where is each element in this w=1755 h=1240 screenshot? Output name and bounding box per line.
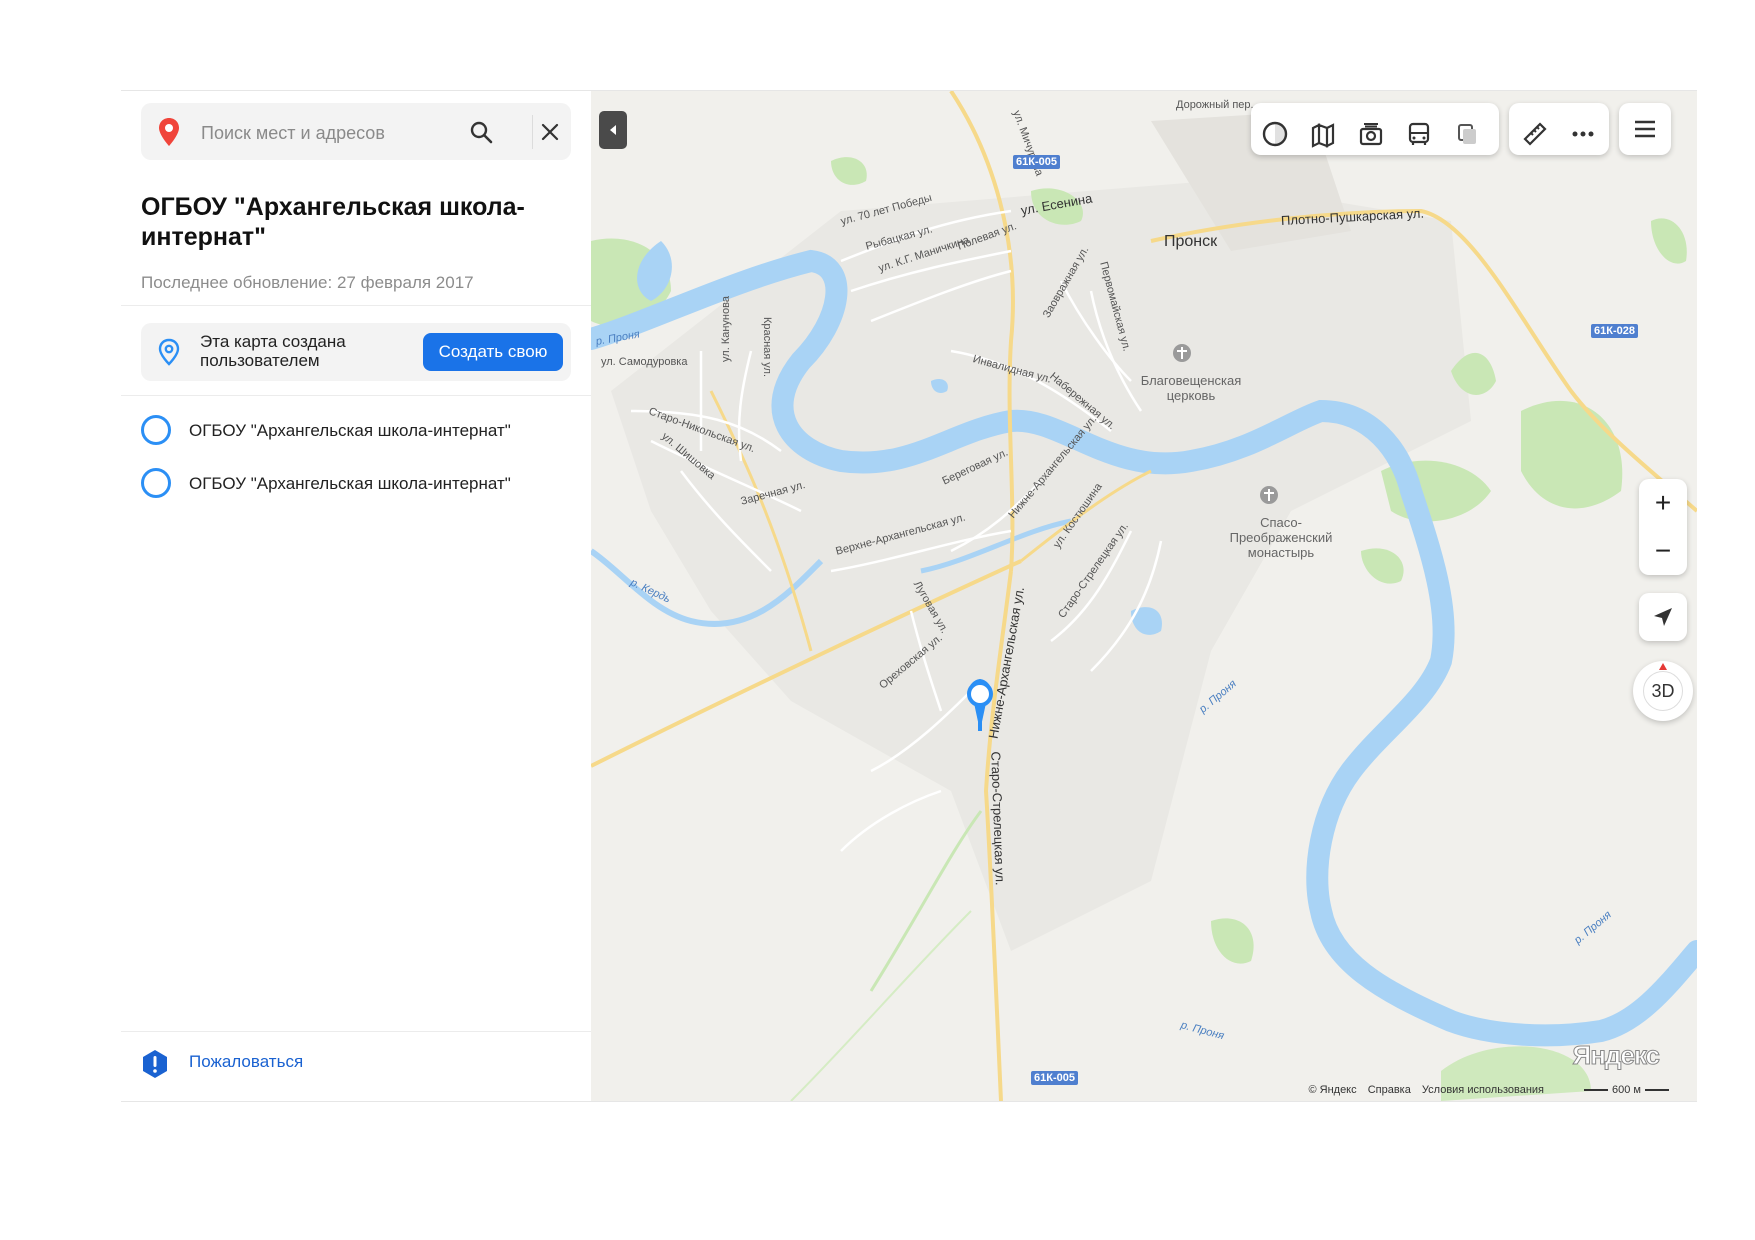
road-shield: 61К-005	[1013, 155, 1060, 169]
scale-line	[1584, 1089, 1609, 1091]
compass-north-icon	[1659, 663, 1667, 670]
zoom-control: + −	[1639, 479, 1687, 575]
road-shield: 61К-005	[1031, 1071, 1078, 1085]
search-input[interactable]	[199, 115, 463, 151]
ruler-icon[interactable]	[1515, 114, 1555, 154]
divider	[121, 305, 591, 306]
sidebar: ОГБОУ "Архангельская школа-интернат" Пос…	[121, 91, 592, 1101]
terms-link[interactable]: Условия использования	[1422, 1084, 1544, 1096]
user-map-icon	[155, 338, 183, 371]
street-label: Красная ул.	[761, 316, 774, 378]
chevron-left-icon	[610, 125, 616, 135]
traffic-icon[interactable]	[1255, 114, 1295, 154]
collapse-sidebar-button[interactable]	[599, 111, 627, 149]
view-3d-button[interactable]: 3D	[1633, 661, 1693, 721]
navigation-arrow-icon	[1654, 608, 1672, 626]
copyright-text: © Яндекс	[1308, 1084, 1357, 1096]
geolocation-button[interactable]	[1639, 593, 1687, 641]
user-map-text: Эта карта создана пользователем	[200, 332, 346, 370]
yandex-logo: Яндекс	[1572, 1040, 1660, 1071]
circle-marker-icon	[141, 415, 171, 445]
street-label: ул. Канунова	[719, 296, 732, 362]
layers-toolbar	[1251, 103, 1499, 155]
road-shield: 61К-028	[1591, 324, 1638, 338]
close-icon[interactable]	[535, 117, 565, 147]
circle-marker-icon	[141, 468, 171, 498]
more-icon[interactable]	[1563, 114, 1603, 154]
zoom-in-button[interactable]: +	[1639, 479, 1687, 527]
scale-bar: 600 м	[1584, 1084, 1669, 1096]
user-map-notice: Эта карта создана пользователем Создать …	[141, 323, 571, 381]
app-frame: ОГБОУ "Архангельская школа-интернат" Пос…	[121, 90, 1697, 1102]
panorama-icon[interactable]	[1303, 114, 1343, 154]
create-map-button[interactable]: Создать свою	[423, 333, 563, 371]
menu-button[interactable]	[1619, 103, 1671, 155]
tools-toolbar	[1509, 103, 1609, 155]
last-updated: Последнее обновление: 27 февраля 2017	[141, 273, 474, 292]
bus-icon[interactable]	[1399, 114, 1439, 154]
photo-icon[interactable]	[1351, 114, 1391, 154]
map-canvas[interactable]: Пронск ул. Есенина Плотно-Пушкарская ул.…	[591, 91, 1697, 1101]
church-icon	[1173, 344, 1191, 362]
complain-label: Пожаловаться	[189, 1052, 304, 1071]
street-label: ул. Самодуровка	[601, 356, 688, 368]
map-copyright: © Яндекс Справка Условия использования	[1308, 1084, 1552, 1096]
warning-shield-icon	[143, 1050, 167, 1078]
street-label: Дорожный пер.	[1176, 99, 1254, 111]
layers-icon[interactable]	[1447, 114, 1487, 154]
monastery-label: Спасо-Преображенский монастырь	[1229, 515, 1333, 560]
monastery-icon	[1260, 486, 1278, 504]
map-base	[591, 91, 1697, 1101]
search-icon[interactable]	[466, 117, 496, 147]
list-item[interactable]: ОГБОУ "Архангельская школа-интернат"	[141, 468, 581, 504]
divider	[121, 1031, 591, 1032]
search-bar	[141, 103, 571, 160]
list-item-label: ОГБОУ "Архангельская школа-интернат"	[189, 421, 511, 440]
town-label: Пронск	[1164, 233, 1218, 250]
list-item-label: ОГБОУ "Архангельская школа-интернат"	[189, 474, 511, 493]
location-pin-icon	[157, 117, 181, 152]
help-link[interactable]: Справка	[1368, 1084, 1411, 1096]
search-separator	[532, 115, 533, 149]
hamburger-icon	[1625, 109, 1665, 149]
map-title: ОГБОУ "Архангельская школа-интернат"	[141, 193, 525, 251]
list-item[interactable]: ОГБОУ "Архангельская школа-интернат"	[141, 415, 581, 451]
zoom-out-button[interactable]: −	[1639, 527, 1687, 575]
view-3d-label: 3D	[1643, 671, 1683, 711]
church-label: Благовещенская церковь	[1140, 373, 1242, 403]
divider	[121, 395, 591, 396]
scale-label: 600 м	[1612, 1084, 1641, 1096]
scale-line	[1645, 1089, 1669, 1091]
